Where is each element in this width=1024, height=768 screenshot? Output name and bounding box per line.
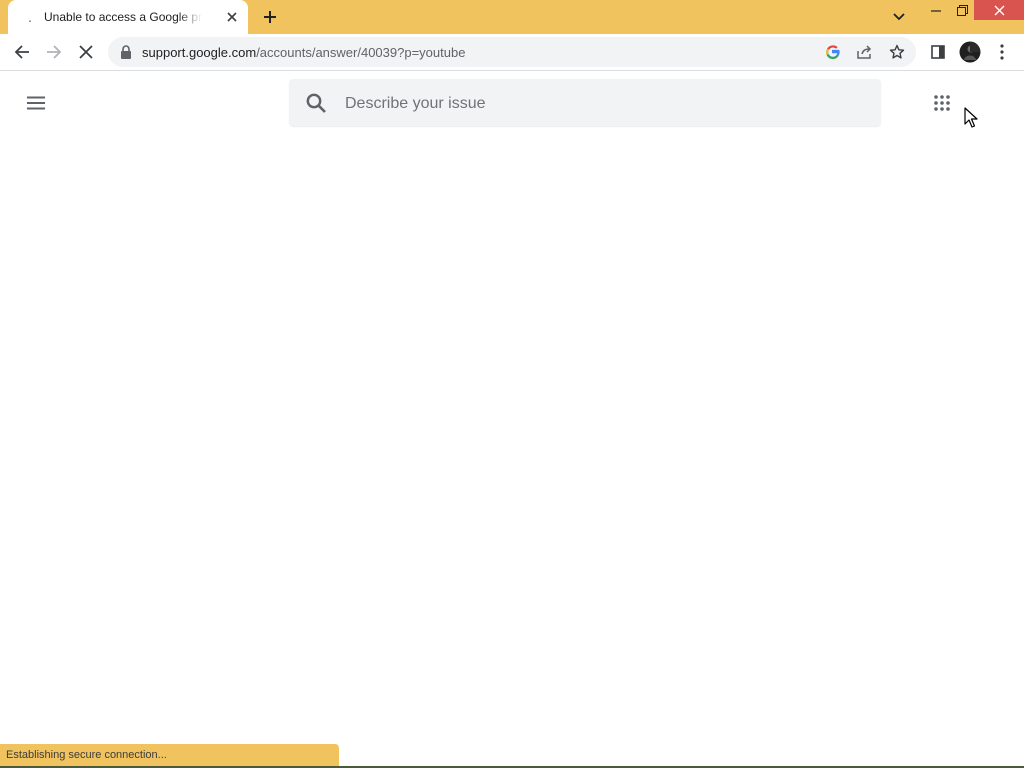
more-vert-icon [1000, 44, 1004, 60]
status-bar: Establishing secure connection... [0, 744, 339, 766]
close-window-button[interactable] [974, 0, 1024, 20]
close-icon [227, 12, 237, 22]
stop-loading-icon [79, 45, 93, 59]
google-g-icon [826, 45, 840, 59]
help-search-box[interactable] [289, 79, 881, 126]
browser-menu-button[interactable] [988, 38, 1016, 66]
share-button[interactable] [856, 43, 874, 61]
url-text[interactable]: support.google.com/accounts/answer/40039… [142, 45, 465, 60]
url-host: support.google.com [142, 45, 257, 60]
plus-icon [264, 11, 276, 23]
tab-search-button[interactable] [887, 6, 911, 28]
google-apps-button[interactable] [928, 89, 956, 117]
main-menu-button[interactable] [22, 90, 50, 116]
profile-button[interactable] [956, 38, 984, 66]
address-bar[interactable]: support.google.com/accounts/answer/40039… [108, 37, 916, 67]
forward-arrow-icon [47, 45, 62, 59]
mouse-cursor [964, 107, 978, 128]
side-panel-icon [931, 45, 945, 59]
forward-button[interactable] [40, 38, 68, 66]
tab-loading-indicator: . [28, 9, 32, 25]
hamburger-menu-icon [27, 96, 45, 110]
restore-window-button[interactable] [947, 0, 977, 20]
share-icon [857, 45, 872, 59]
back-button[interactable] [8, 38, 36, 66]
stop-loading-button[interactable] [72, 38, 100, 66]
avatar [959, 41, 981, 63]
url-path: /accounts/answer/40039?p=youtube [256, 45, 466, 60]
tab-title: Unable to access a Google product [44, 10, 202, 24]
close-tab-button[interactable] [223, 8, 241, 26]
new-tab-button[interactable] [258, 6, 282, 28]
lock-icon[interactable] [120, 45, 132, 59]
back-arrow-icon [14, 45, 29, 59]
search-icon[interactable] [305, 92, 327, 114]
star-icon [889, 44, 905, 59]
apps-grid-icon [934, 95, 950, 111]
restore-icon [956, 4, 968, 16]
tab-strip: . Unable to access a Google product [0, 0, 1024, 34]
search-input[interactable] [343, 89, 867, 118]
minimize-icon [931, 10, 941, 12]
browser-toolbar: support.google.com/accounts/answer/40039… [0, 34, 1024, 71]
side-panel-button[interactable] [924, 38, 952, 66]
bookmark-star-button[interactable] [888, 43, 906, 61]
google-lens-button[interactable] [824, 43, 842, 61]
close-icon [994, 5, 1004, 15]
browser-tab[interactable]: . Unable to access a Google product [8, 0, 248, 34]
chevron-down-icon [893, 13, 905, 21]
